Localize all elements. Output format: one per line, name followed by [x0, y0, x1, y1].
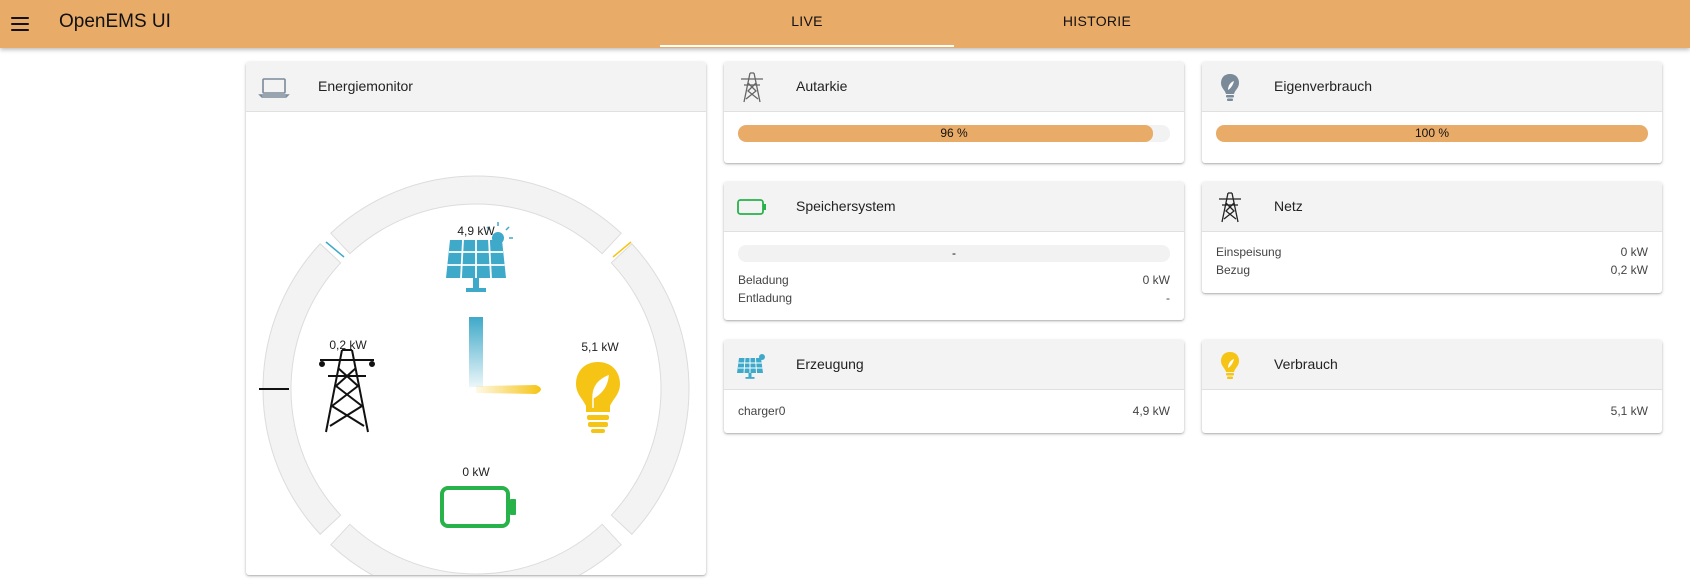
beladung-label: Beladung	[738, 273, 789, 287]
consumption-ring-segment	[610, 243, 690, 535]
autarkie-bar: 96 %	[738, 125, 1170, 142]
tab-historie[interactable]: HISTORIE	[950, 0, 1244, 48]
lightbulb-icon	[1221, 74, 1239, 101]
einspeisung-value: 0 kW	[1620, 245, 1648, 259]
speicher-bar-label: -	[952, 246, 956, 260]
verbrauch-title: Verbrauch	[1274, 356, 1338, 372]
production-value: 4,9 kW	[457, 224, 495, 238]
laptop-icon	[258, 78, 290, 98]
power-tower-icon	[1219, 192, 1241, 223]
tab-live[interactable]: LIVE	[660, 0, 954, 48]
power-tower-icon	[319, 349, 375, 433]
verbrauch-card: Verbrauch 5,1 kW	[1202, 340, 1662, 433]
autarkie-header: Autarkie	[724, 62, 1184, 112]
charger-value: 4,9 kW	[1132, 404, 1170, 418]
power-tower-icon	[741, 72, 763, 103]
eigenverbrauch-header: Eigenverbrauch	[1202, 62, 1662, 112]
grid-value: 0,2 kW	[329, 338, 367, 352]
energy-monitor-body: 4,9 kW 0,2 kW 5,1 kW 0 kW	[246, 112, 706, 575]
speichersystem-header: Speichersystem	[724, 182, 1184, 232]
bezug-label: Bezug	[1216, 263, 1251, 277]
netz-header: Netz	[1202, 182, 1662, 232]
entladung-label: Entladung	[738, 291, 793, 305]
speicher-bar: -	[738, 245, 1170, 262]
eigenverbrauch-bar: 100 %	[1216, 125, 1648, 142]
menu-icon[interactable]	[8, 10, 36, 38]
entladung-value: -	[1166, 291, 1170, 305]
speichersystem-card: Speichersystem - Beladung 0 kW Entladung…	[724, 182, 1184, 320]
storage-value: 0 kW	[462, 465, 490, 479]
storage-ring-segment	[330, 523, 622, 575]
bezug-value: 0,2 kW	[1610, 263, 1648, 277]
battery-icon	[440, 486, 516, 528]
erzeugung-title: Erzeugung	[796, 356, 864, 372]
energy-monitor-header: Energiemonitor	[246, 62, 706, 112]
netz-card: Netz Einspeisung 0 kW Bezug 0,2 kW	[1202, 182, 1662, 293]
erzeugung-header: Erzeugung	[724, 340, 1184, 390]
einspeisung-label: Einspeisung	[1216, 245, 1282, 259]
energy-monitor-title: Energiemonitor	[318, 78, 413, 94]
top-toolbar: OpenEMS UI LIVE HISTORIE	[0, 0, 1690, 48]
autarkie-bar-label: 96 %	[940, 126, 968, 140]
energy-monitor-card: Energiemonitor 4,9 kW 0,2 kW 5,1 kW 0 kW	[246, 62, 706, 575]
autarkie-title: Autarkie	[796, 78, 848, 94]
autarkie-card: Autarkie 96 %	[724, 62, 1184, 163]
verbrauch-value: 5,1 kW	[1610, 404, 1648, 418]
beladung-value: 0 kW	[1142, 273, 1170, 287]
lightbulb-icon	[1221, 352, 1239, 379]
solar-panel-icon	[737, 354, 765, 379]
consumption-flow	[476, 385, 541, 394]
speichersystem-title: Speichersystem	[796, 198, 896, 214]
eigenverbrauch-bar-label: 100 %	[1414, 126, 1450, 140]
eigenverbrauch-title: Eigenverbrauch	[1274, 78, 1373, 94]
netz-title: Netz	[1274, 198, 1303, 214]
eigenverbrauch-card: Eigenverbrauch 100 %	[1202, 62, 1662, 163]
consumption-value: 5,1 kW	[581, 340, 619, 354]
app-title: OpenEMS UI	[59, 11, 171, 32]
erzeugung-card: Erzeugung charger0 4,9 kW	[724, 340, 1184, 433]
production-flow	[469, 317, 483, 387]
lightbulb-icon	[576, 362, 620, 433]
battery-icon	[737, 199, 766, 215]
verbrauch-header: Verbrauch	[1202, 340, 1662, 390]
charger-label: charger0	[738, 404, 786, 418]
